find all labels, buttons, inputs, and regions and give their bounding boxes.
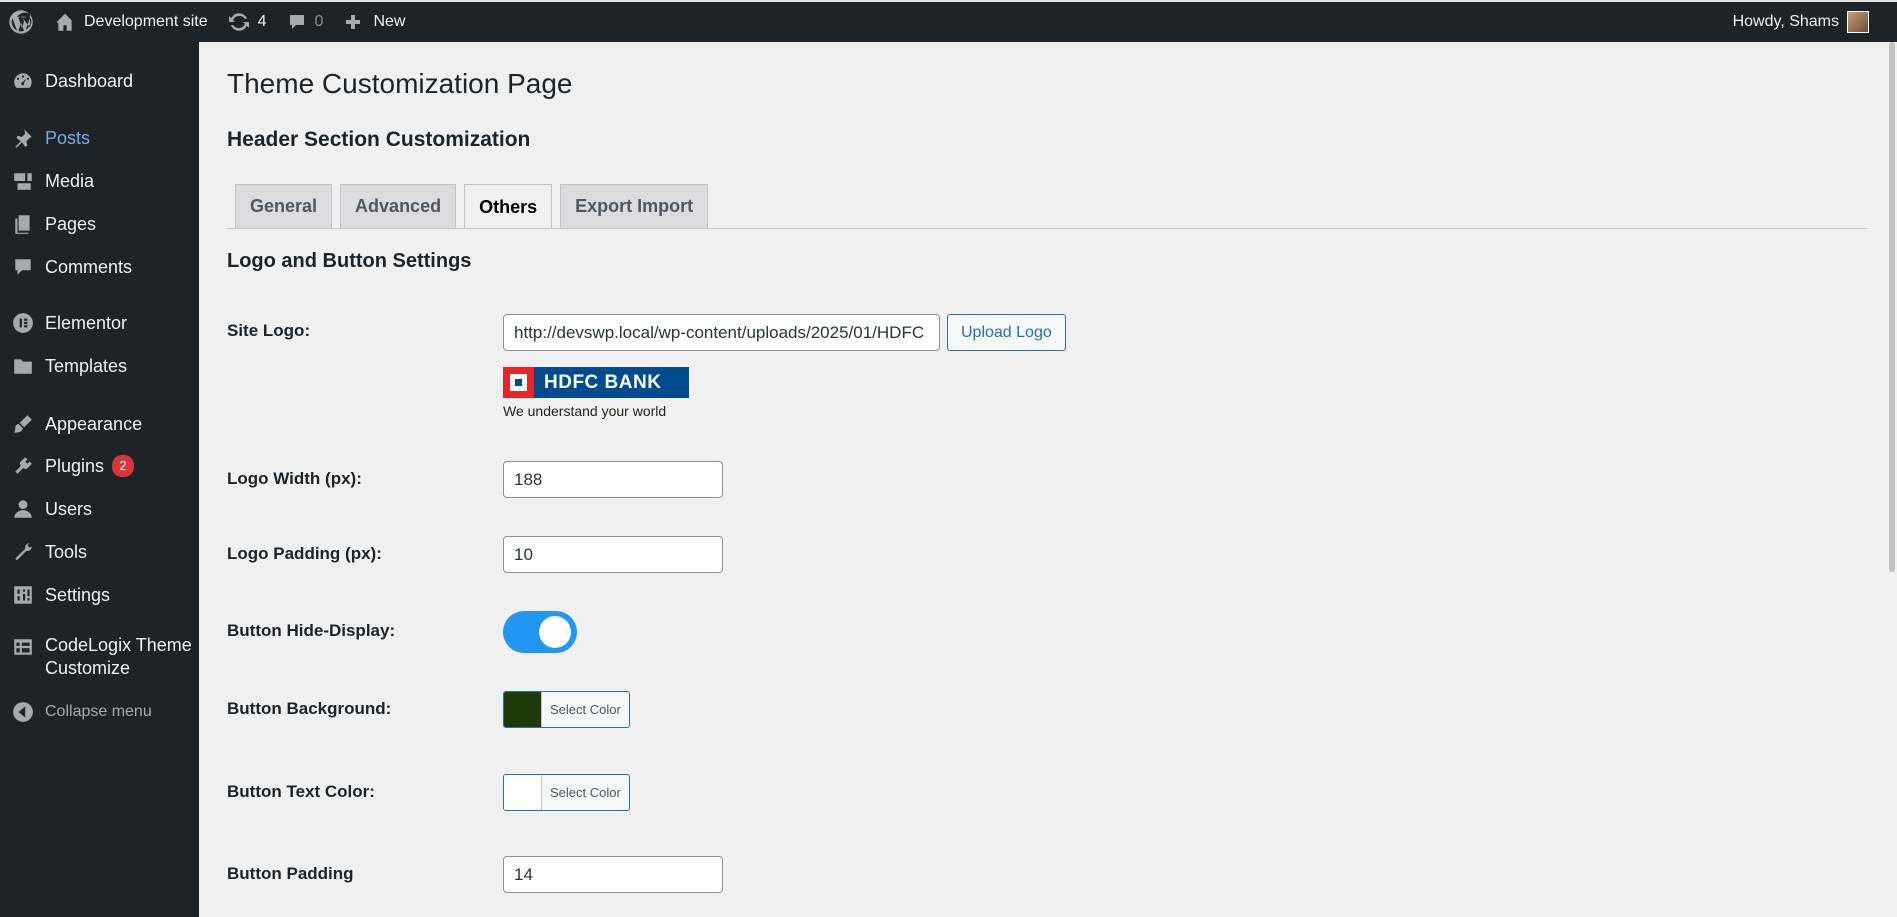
updates-icon xyxy=(228,13,249,31)
wordpress-icon xyxy=(9,10,33,34)
button-padding-label: Button Padding xyxy=(227,864,354,883)
sidebar-item-label: Comments xyxy=(45,256,133,277)
sidebar-item-label: Elementor xyxy=(45,312,128,333)
tab-export-import[interactable]: Export Import xyxy=(560,184,709,228)
button-background-color-picker[interactable]: Select Color xyxy=(503,691,630,728)
collapse-icon xyxy=(0,701,45,723)
collapse-menu-button[interactable]: Collapse menu xyxy=(0,695,199,729)
sidebar-item-tools[interactable]: Tools xyxy=(0,535,199,569)
upload-logo-button[interactable]: Upload Logo xyxy=(947,314,1066,351)
main-content: Theme Customization Page Header Section … xyxy=(199,42,1897,917)
sidebar-item-label: CodeLogix Theme Customize xyxy=(45,635,192,678)
wrench-icon xyxy=(0,541,45,563)
logo-width-label: Logo Width (px): xyxy=(227,469,362,488)
sidebar-item-elementor[interactable]: Elementor xyxy=(0,306,199,340)
sidebar-item-codelogix-theme-customize[interactable]: CodeLogix Theme Customize xyxy=(0,634,199,682)
plug-icon xyxy=(0,455,45,477)
site-logo-url-input[interactable]: http://devswp.local/wp-content/uploads/2… xyxy=(503,314,940,351)
button-display-label: Button Hide-Display: xyxy=(227,621,396,640)
comments-link[interactable]: 0 xyxy=(277,2,334,42)
site-name-link[interactable]: Development site xyxy=(44,2,218,42)
page-title: Theme Customization Page xyxy=(227,68,573,99)
sidebar-item-label: Media xyxy=(45,170,95,191)
user-icon xyxy=(0,498,45,520)
sidebar-item-label: Templates xyxy=(45,355,128,376)
sidebar-item-label: Appearance xyxy=(45,413,143,434)
dashboard-icon xyxy=(0,70,45,92)
admin-bar: Development site 4 0 New Howdy, Shams xyxy=(0,0,1897,42)
account-menu[interactable]: Howdy, Shams xyxy=(1733,11,1897,33)
sidebar-item-label: Pages xyxy=(45,213,97,234)
comment-icon xyxy=(289,15,304,29)
sidebar-item-label: Posts xyxy=(45,127,91,148)
sidebar-item-label: Settings xyxy=(45,584,111,605)
home-icon xyxy=(56,13,74,31)
sidebar-item-settings[interactable]: Settings xyxy=(0,578,199,612)
sidebar-item-label: Tools xyxy=(45,541,88,562)
sidebar-item-label: Dashboard xyxy=(45,70,134,91)
site-name: Development site xyxy=(84,13,208,30)
logo-width-input[interactable]: 188 xyxy=(503,461,723,498)
tab-bar: General Advanced Others Export Import xyxy=(235,184,716,229)
color-swatch xyxy=(504,775,542,810)
wordpress-logo-button[interactable] xyxy=(0,2,44,42)
new-label: New xyxy=(373,13,406,30)
tab-advanced[interactable]: Advanced xyxy=(340,184,457,228)
sidebar-item-label: Users xyxy=(45,498,93,519)
settings-subheading: Logo and Button Settings xyxy=(227,250,472,272)
logo-padding-input[interactable]: 10 xyxy=(503,536,723,573)
section-title: Header Section Customization xyxy=(227,128,531,151)
button-background-label: Button Background: xyxy=(227,699,392,718)
button-text-color-label: Button Text Color: xyxy=(227,782,375,801)
avatar xyxy=(1847,11,1869,33)
color-swatch xyxy=(504,692,542,727)
tab-general[interactable]: General xyxy=(235,184,333,228)
logo-tagline: We understand your world xyxy=(503,403,667,419)
new-content-link[interactable]: New xyxy=(333,2,415,42)
admin-sidebar: Dashboard Posts Media Pages Comments Ele… xyxy=(0,42,199,917)
sidebar-item-posts[interactable]: Posts xyxy=(0,121,199,155)
howdy-text: Howdy, Shams xyxy=(1732,13,1839,30)
sidebar-item-comments[interactable]: Comments xyxy=(0,250,199,284)
button-text-color-picker[interactable]: Select Color xyxy=(503,774,630,811)
sidebar-item-pages[interactable]: Pages xyxy=(0,207,199,241)
updates-link[interactable]: 4 xyxy=(218,2,277,42)
pages-icon xyxy=(0,213,45,235)
bank-logo-icon xyxy=(503,367,534,398)
media-icon xyxy=(0,170,45,192)
sidebar-item-users[interactable]: Users xyxy=(0,492,199,526)
table-icon xyxy=(0,634,45,658)
plugins-update-badge: 2 xyxy=(112,455,135,477)
sidebar-item-media[interactable]: Media xyxy=(0,164,199,198)
sidebar-item-plugins[interactable]: Plugins 2 xyxy=(0,449,199,483)
sidebar-item-appearance[interactable]: Appearance xyxy=(0,407,199,441)
pin-icon xyxy=(0,127,45,149)
button-padding-input[interactable]: 14 xyxy=(503,856,723,893)
plus-icon xyxy=(346,15,361,29)
toggle-knob xyxy=(539,616,571,648)
tab-divider xyxy=(227,228,1867,229)
logo-brand-text: HDFC BANK xyxy=(544,371,662,393)
comment-icon xyxy=(0,256,45,278)
page-scrollbar[interactable] xyxy=(1887,42,1897,917)
button-display-toggle[interactable] xyxy=(503,611,577,653)
logo-preview-bar: HDFC BANK xyxy=(503,367,689,398)
brush-icon xyxy=(0,413,45,435)
folder-icon xyxy=(0,355,45,377)
select-color-label: Select Color xyxy=(550,702,621,717)
sidebar-item-label: Plugins xyxy=(45,455,105,476)
tab-others[interactable]: Others xyxy=(464,184,553,229)
logo-padding-label: Logo Padding (px): xyxy=(227,544,382,563)
logo-preview: HDFC BANK We understand your world xyxy=(503,367,689,419)
settings-icon xyxy=(0,584,45,606)
sidebar-item-dashboard[interactable]: Dashboard xyxy=(0,64,199,98)
updates-count: 4 xyxy=(257,13,267,30)
site-logo-label: Site Logo: xyxy=(227,321,311,340)
sidebar-item-label: Collapse menu xyxy=(45,703,152,720)
elementor-icon xyxy=(0,312,45,334)
scrollbar-thumb[interactable] xyxy=(1889,42,1895,572)
comments-count: 0 xyxy=(314,13,324,30)
select-color-label: Select Color xyxy=(550,785,621,800)
sidebar-item-templates[interactable]: Templates xyxy=(0,349,199,383)
